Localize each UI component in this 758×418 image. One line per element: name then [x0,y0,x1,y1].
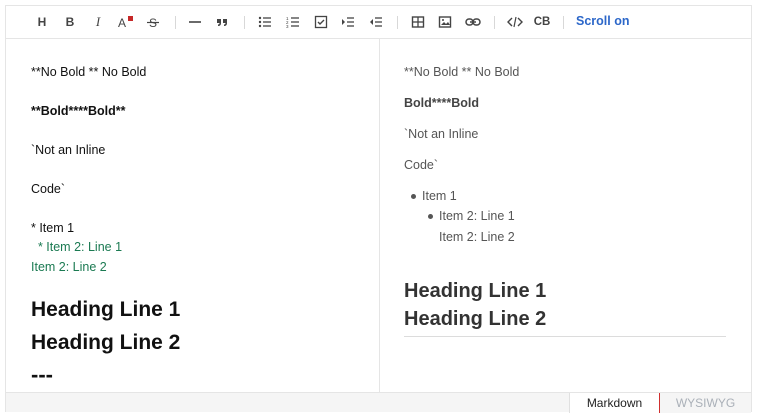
indent-icon [342,17,354,27]
link-icon [465,18,481,26]
toolbar-divider [175,16,176,29]
preview-paragraph: **No Bold ** No Bold [404,65,520,79]
md-heading-line: Heading Line 2 [31,331,181,354]
strike-icon: S [147,16,159,29]
preview-list-item: Item 2: Line 1 [439,209,515,223]
toolbar-divider [397,16,398,29]
ordered-list-button[interactable]: 123 [286,13,300,31]
outdent-button[interactable] [369,13,383,31]
wysiwyg-mode-tab[interactable]: WYSIWYG [660,393,751,413]
mode-switch-bar: Markdown WYSIWYG [6,392,751,413]
preview-heading: Heading Line 1 [404,280,547,302]
bullet-icon [411,194,416,199]
preview-paragraph: Code` [404,158,439,172]
quote-button[interactable] [215,13,229,31]
quote-icon [217,19,227,26]
text-color-icon: A [118,16,133,29]
link-button[interactable] [465,13,481,31]
md-line: **Bold****Bold** [31,104,126,118]
image-button[interactable] [438,13,452,31]
bold-button[interactable]: B [64,13,76,31]
md-hr-line: --- [31,362,53,387]
preview-paragraph: `Not an Inline [404,127,479,141]
indent-button[interactable] [341,13,355,31]
toolbar-divider [244,16,245,29]
table-button[interactable] [411,13,425,31]
table-icon [411,16,425,28]
md-heading-line: Heading Line 1 [31,298,181,321]
preview-list-item: Item 1 [422,189,457,203]
markdown-mode-tab[interactable]: Markdown [569,393,660,413]
preview-pane: **No Bold ** No Bold Bold****Bold `Not a… [380,39,751,392]
heading-button[interactable]: H [36,13,48,31]
preview-heading-underline [404,336,726,337]
heading-icon: H [37,15,47,29]
codeblock-button[interactable]: CB [533,13,551,31]
bullet-icon [428,214,433,219]
md-line: Code` [31,182,66,196]
codeblock-icon: CB [533,16,551,28]
text-color-button[interactable]: A [118,13,134,31]
toolbar: H B I A S 123 CB Scroll on [6,6,751,39]
toolbar-divider [494,16,495,29]
task-list-icon [314,15,328,29]
svg-text:A: A [118,16,126,29]
italic-icon: I [95,14,101,29]
preview-list-item-continued: Item 2: Line 2 [439,230,515,244]
hr-button[interactable] [188,13,202,31]
md-line: `Not an Inline [31,143,106,157]
hr-icon [189,21,201,23]
outdent-icon [370,17,382,27]
image-icon [438,16,452,28]
bullet-list-icon [258,16,271,28]
md-line: Item 2: Line 2 [31,260,107,274]
bullet-list-button[interactable] [258,13,272,31]
ordered-list-icon: 123 [286,16,299,29]
preview-bold-text: Bold****Bold [404,96,479,110]
svg-text:3: 3 [286,24,289,29]
md-line: * Item 1 [31,221,75,235]
md-line: **No Bold ** No Bold [31,65,147,79]
preview-heading: Heading Line 2 [404,308,547,330]
toolbar-divider [563,16,564,29]
bold-icon: B [65,15,75,29]
code-icon [507,16,523,28]
markdown-editor: H B I A S 123 CB Scroll on **No Bold ** … [5,5,752,413]
scroll-sync-toggle[interactable]: Scroll on [576,14,629,28]
markdown-source-pane[interactable]: **No Bold ** No Bold **Bold****Bold** `N… [6,39,380,392]
italic-button[interactable]: I [92,13,104,31]
code-button[interactable] [507,13,523,31]
md-line: * Item 2: Line 1 [31,240,123,254]
task-list-button[interactable] [314,13,328,31]
strike-button[interactable]: S [146,13,160,31]
